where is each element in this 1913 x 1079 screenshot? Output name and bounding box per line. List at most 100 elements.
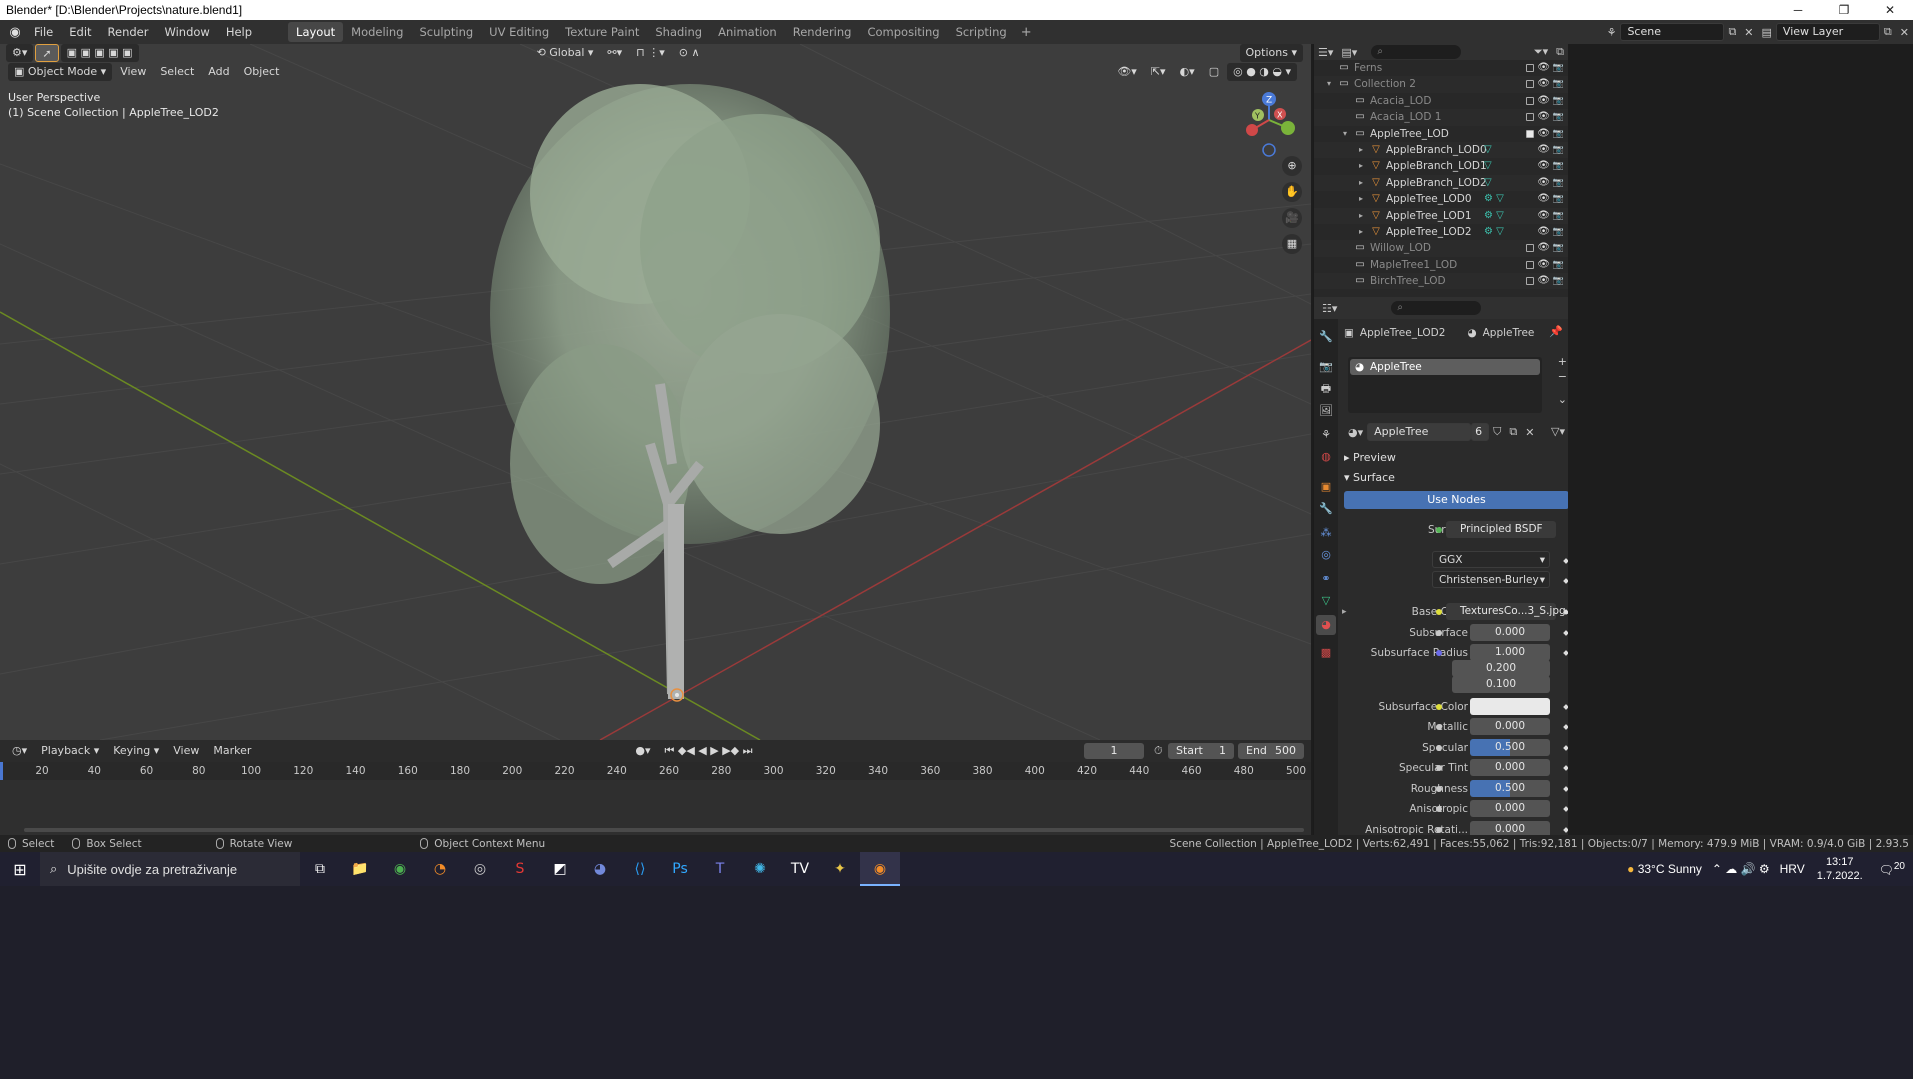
tab-scripting[interactable]: Scripting [948,22,1015,42]
particles-tab-icon[interactable]: ⁂ [1316,523,1336,543]
davinci-icon[interactable]: ✺ [740,852,780,886]
keyframe-icon[interactable] [1563,703,1568,710]
input-language[interactable]: HRV [1780,862,1805,876]
view-layer-tab-icon[interactable]: 🖼 [1316,401,1336,421]
visibility-eye-icon[interactable]: 👁 [1537,60,1550,76]
socket-icon[interactable] [1436,744,1442,751]
playback-menu[interactable]: Playback ▾ [35,742,105,760]
expand-arrow-icon[interactable]: ▸ [1356,158,1366,174]
zoom-icon[interactable]: ⊕ [1282,156,1302,176]
menu-add[interactable]: Add [202,63,235,81]
timeline-editor-type-icon[interactable]: ◷▾ [6,742,33,760]
link-mode-icon[interactable]: ▽▾ [1547,425,1568,438]
menu-file[interactable]: File [26,20,61,44]
task-view-icon[interactable]: ⧉ [300,852,340,886]
unlink-material-icon[interactable]: ✕ [1521,426,1538,439]
tab-rendering[interactable]: Rendering [785,22,860,42]
xray-icon[interactable]: ▢ [1203,63,1225,81]
render-camera-icon[interactable]: 📷 [1553,76,1564,92]
pin-icon[interactable]: 📌 [1545,325,1567,338]
object-tab-icon[interactable]: ▣ [1316,477,1336,497]
exclude-checkbox[interactable] [1526,64,1534,72]
exclude-checkbox[interactable] [1526,260,1534,269]
socket-icon[interactable] [1436,765,1442,771]
distribution-keyframe-icon[interactable] [1563,558,1568,564]
3d-viewport[interactable]: ⚙▾ ➚ ▣ ▣ ▣ ▣ ▣ ⟲ Global ▾ ⚯▾ ⊓ ⋮▾ ⊙ ∧ Op… [0,44,1311,740]
tab-compositing[interactable]: Compositing [859,22,947,42]
end-frame-field[interactable]: End 500 [1238,743,1304,759]
gizmo-toggle-icon[interactable]: ⇱▾ [1145,63,1172,81]
field-value[interactable]: 0.000 [1470,718,1550,735]
ortho-grid-icon[interactable]: ▦ [1282,234,1302,254]
blender-logo-icon[interactable]: ◉ [4,25,26,40]
keyframe-icon[interactable] [1563,785,1568,792]
new-view-layer-icon[interactable]: ⧉ [1880,25,1896,39]
subsurface-method-dropdown[interactable]: Christensen-Burley ▾ [1432,571,1550,588]
menu-render[interactable]: Render [100,20,157,44]
visibility-eye-icon[interactable]: 👁 [1537,158,1550,174]
render-camera-icon[interactable]: 📷 [1553,240,1564,256]
slot-specials-icon[interactable]: ⌄ [1558,393,1567,406]
menu-edit[interactable]: Edit [61,20,99,44]
keyframe-icon[interactable] [1563,765,1568,771]
field-value[interactable]: 0.000 [1470,820,1550,835]
subsurface-method-keyframe-icon[interactable] [1563,578,1568,584]
socket-icon[interactable] [1436,826,1442,833]
outliner-editor-type-icon[interactable]: ☰▾ [1314,46,1337,59]
keyframe-icon[interactable] [1563,629,1568,636]
constraints-tab-icon[interactable]: ⚭ [1316,569,1336,589]
tab-uv-editing[interactable]: UV Editing [481,22,557,42]
timeline-editor[interactable]: ◷▾ Playback ▾ Keying ▾ View Marker ●▾ ⏮ … [0,740,1311,835]
scene-field[interactable]: Scene [1620,23,1725,41]
expand-arrow-icon[interactable]: ▸ [1356,175,1366,191]
visibility-eye-icon[interactable]: 👁 [1537,273,1550,289]
material-tab-icon[interactable]: ◕ [1316,615,1336,635]
field-value[interactable]: 0.100 [1452,676,1550,693]
mesh-data-icon[interactable]: ▽ [1484,142,1492,158]
render-camera-icon[interactable]: 📷 [1553,224,1564,240]
exclude-checkbox[interactable] [1526,96,1534,105]
material-slot-item[interactable]: ◕ AppleTree [1350,359,1540,375]
outliner-item[interactable]: ▸ ▽ AppleBranch_LOD0 ▽ 👁 📷 [1314,141,1568,159]
keyframe-icon[interactable] [1563,744,1568,751]
editor-type-icon[interactable]: ⚙▾ [6,44,34,62]
physics-tab-icon[interactable]: ◎ [1316,545,1336,565]
socket-icon[interactable] [1436,650,1442,656]
keyframe-icon[interactable] [1563,826,1568,833]
outliner-search-input[interactable]: ⌕ [1371,45,1462,59]
snap-icon[interactable]: ⊓ ⋮▾ [630,44,671,62]
tray-icons[interactable]: ⌃ ☁ 🔊 ⚙ [1712,862,1770,876]
timeline-scrollbar[interactable] [24,828,1304,832]
visibility-eye-icon[interactable]: 👁 [1537,257,1550,273]
preview-panel-header[interactable]: ▸ Preview [1344,451,1396,464]
camera-view-icon[interactable]: 🎥 [1282,208,1302,228]
render-camera-icon[interactable]: 📷 [1553,142,1564,158]
orientation-dropdown[interactable]: ⟲ Global ▾ [531,44,600,62]
discord-icon[interactable]: ◕ [580,852,620,886]
mesh-data-icon[interactable]: ⚙ ▽ [1484,208,1504,224]
render-camera-icon[interactable]: 📷 [1553,109,1564,125]
menu-view[interactable]: View [114,63,152,81]
tradingview-icon[interactable]: TV [780,852,820,886]
mesh-data-icon[interactable]: ⚙ ▽ [1484,224,1504,240]
new-collection-icon[interactable]: ⧉ [1552,45,1568,59]
shading-mode-icons[interactable]: ◎ ● ◑ ◒ ▾ [1227,63,1297,81]
expand-input-icon[interactable]: ▸ [1342,603,1347,621]
field-value[interactable]: 0.200 [1452,660,1550,677]
exclude-checkbox[interactable] [1526,244,1534,253]
keying-menu[interactable]: Keying ▾ [107,742,165,760]
field-value[interactable]: 0.000 [1470,623,1550,641]
teams-icon[interactable]: T [700,852,740,886]
vscode-icon[interactable]: ⟨⟩ [620,852,660,886]
socket-icon[interactable] [1436,629,1442,636]
record-icon[interactable]: ●▾ [629,742,656,760]
chrome-icon[interactable]: ◉ [380,852,420,886]
visibility-eye-icon[interactable]: 👁 [1537,224,1550,240]
render-camera-icon[interactable]: 📷 [1553,158,1564,174]
mesh-data-icon[interactable]: ⚙ ▽ [1484,191,1504,207]
shotcut-icon[interactable]: S [500,852,540,886]
tab-texture-paint[interactable]: Texture Paint [557,22,647,42]
current-frame-field[interactable]: 1 [1084,743,1144,759]
use-nodes-button[interactable]: Use Nodes [1344,491,1568,509]
delete-scene-icon[interactable]: ✕ [1740,26,1757,39]
